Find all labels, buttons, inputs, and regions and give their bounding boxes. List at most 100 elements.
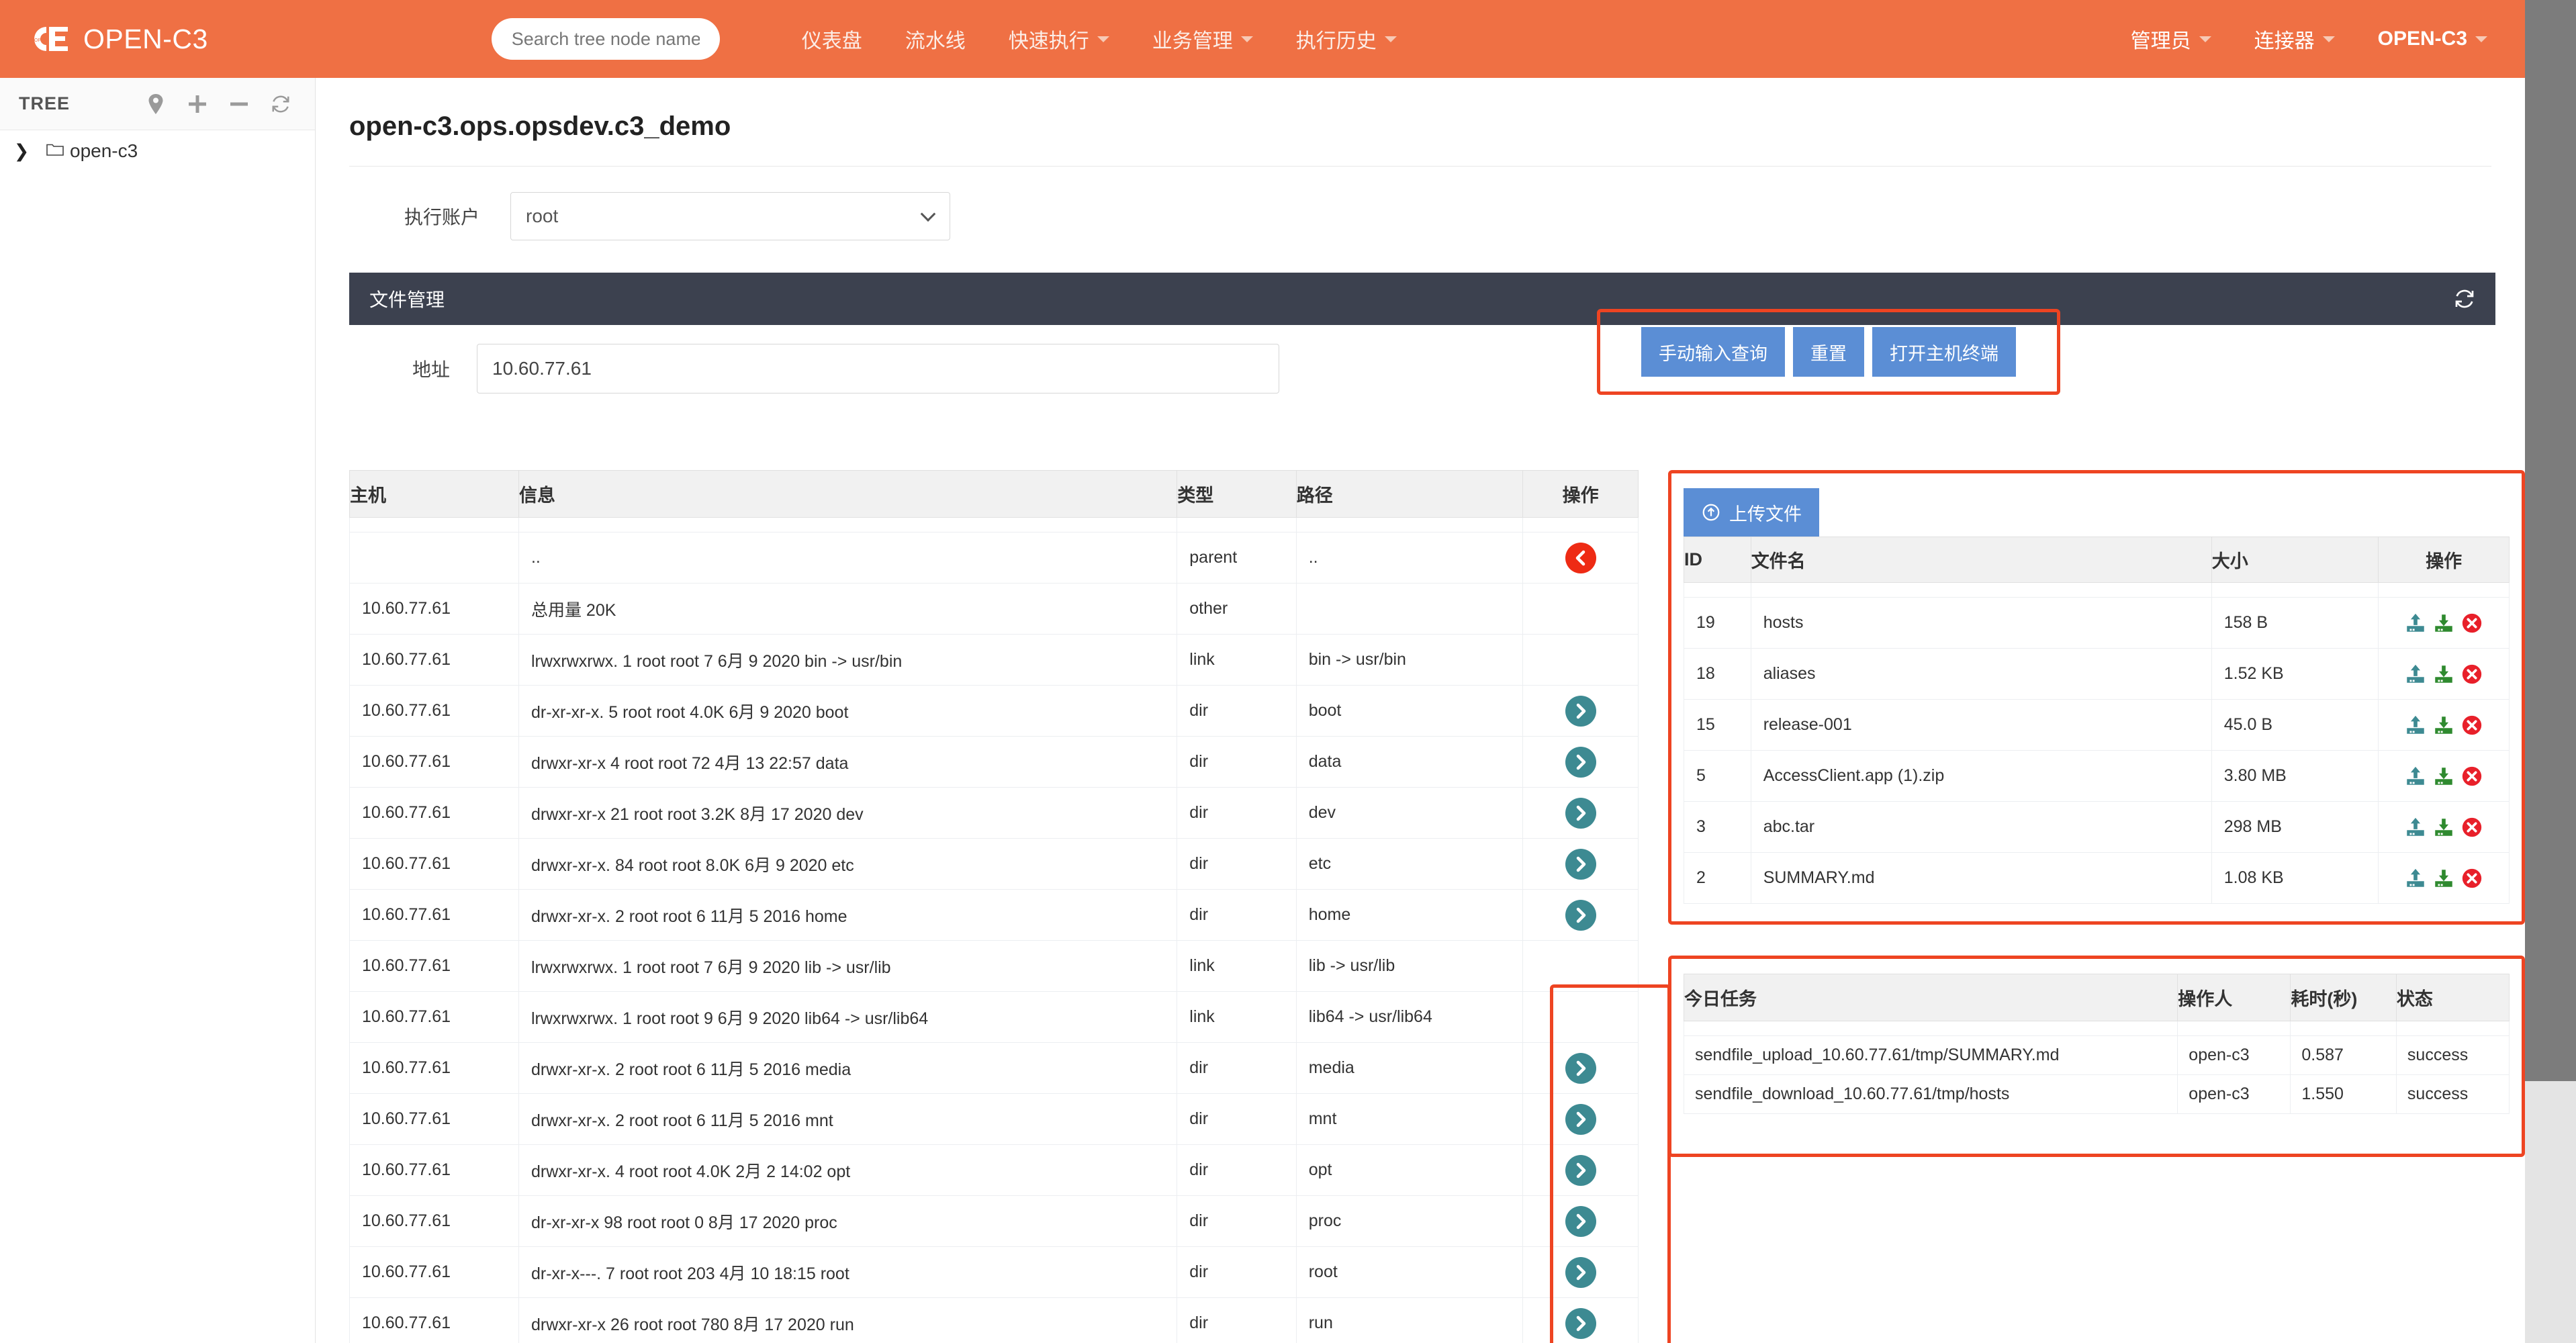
refresh-icon[interactable] bbox=[260, 83, 302, 125]
cell-size: 298 MB bbox=[2211, 802, 2379, 853]
table-row[interactable]: 10.60.77.61drwxr-xr-x 21 root root 3.2K … bbox=[350, 788, 1639, 839]
chevron-down-icon bbox=[1097, 36, 1109, 42]
account-select[interactable]: root bbox=[510, 192, 950, 240]
enter-directory-icon[interactable] bbox=[1565, 1104, 1596, 1135]
cell-operation bbox=[2379, 649, 2510, 700]
download-icon[interactable] bbox=[2432, 765, 2455, 788]
upload-icon[interactable] bbox=[2404, 765, 2427, 788]
upload-icon[interactable] bbox=[2404, 612, 2427, 635]
table-row[interactable]: 10.60.77.61drwxr-xr-x. 4 root root 4.0K … bbox=[350, 1145, 1639, 1196]
download-icon[interactable] bbox=[2432, 663, 2455, 686]
enter-directory-icon[interactable] bbox=[1565, 696, 1596, 727]
table-row[interactable]: 10.60.77.61drwxr-xr-x. 84 root root 8.0K… bbox=[350, 839, 1639, 890]
cell-id: 15 bbox=[1684, 700, 1751, 751]
nav-label: 流水线 bbox=[905, 24, 966, 54]
enter-directory-icon[interactable] bbox=[1565, 849, 1596, 880]
plus-icon[interactable] bbox=[177, 83, 218, 125]
table-row[interactable]: 15release-00145.0 B bbox=[1684, 700, 2510, 751]
enter-directory-icon[interactable] bbox=[1565, 1053, 1596, 1084]
upload-icon[interactable] bbox=[2404, 816, 2427, 839]
nav-item-business-mgmt[interactable]: 业务管理 bbox=[1131, 0, 1275, 78]
reset-button[interactable]: 重置 bbox=[1793, 327, 1864, 377]
nav-item-connector[interactable]: 连接器 bbox=[2233, 0, 2356, 78]
table-row[interactable]: 10.60.77.61drwxr-xr-x. 2 root root 6 11月… bbox=[350, 890, 1639, 941]
delete-icon[interactable] bbox=[2460, 612, 2483, 635]
nav-item-admin[interactable]: 管理员 bbox=[2109, 0, 2233, 78]
title-divider bbox=[349, 166, 2491, 167]
cell-operation bbox=[1523, 1145, 1639, 1196]
col-header-filename: 文件名 bbox=[1751, 537, 2211, 583]
cell-size: 158 B bbox=[2211, 598, 2379, 649]
table-row[interactable]: 10.60.77.61dr-xr-x---. 7 root root 203 4… bbox=[350, 1247, 1639, 1298]
table-row[interactable]: 10.60.77.61drwxr-xr-x. 2 root root 6 11月… bbox=[350, 1043, 1639, 1094]
download-icon[interactable] bbox=[2432, 867, 2455, 890]
table-row[interactable]: 10.60.77.61drwxr-xr-x 4 root root 72 4月 … bbox=[350, 737, 1639, 788]
address-input[interactable] bbox=[477, 344, 1279, 393]
download-icon[interactable] bbox=[2432, 714, 2455, 737]
nav-item-dashboard[interactable]: 仪表盘 bbox=[780, 0, 884, 78]
open-terminal-button[interactable]: 打开主机终端 bbox=[1872, 327, 2016, 377]
nav-item-pipeline[interactable]: 流水线 bbox=[884, 0, 987, 78]
enter-directory-icon[interactable] bbox=[1565, 1155, 1596, 1186]
page-scrollbar-thumb[interactable] bbox=[2525, 0, 2576, 1081]
minus-icon[interactable] bbox=[218, 83, 260, 125]
upload-icon[interactable] bbox=[2404, 714, 2427, 737]
enter-directory-icon[interactable] bbox=[1565, 1206, 1596, 1237]
nav-item-account[interactable]: OPEN-C3 bbox=[2356, 0, 2509, 78]
cell-operation bbox=[1523, 1196, 1639, 1247]
col-header-status: 状态 bbox=[2396, 974, 2509, 1021]
upload-file-button[interactable]: 上传文件 bbox=[1684, 488, 1819, 537]
cell-type: dir bbox=[1177, 737, 1296, 788]
search-input[interactable] bbox=[492, 18, 720, 60]
table-row[interactable]: 3abc.tar298 MB bbox=[1684, 802, 2510, 853]
action-buttons: 手动输入查询 重置 打开主机终端 bbox=[1641, 327, 2016, 377]
table-row[interactable]: 19hosts158 B bbox=[1684, 598, 2510, 649]
tree-node-open-c3[interactable]: ❯ open-c3 bbox=[0, 130, 315, 172]
nav-item-exec-history[interactable]: 执行历史 bbox=[1275, 0, 1418, 78]
table-row[interactable]: ..parent.. bbox=[350, 532, 1639, 584]
nav-item-quick-exec[interactable]: 快速执行 bbox=[987, 0, 1131, 78]
enter-directory-icon[interactable] bbox=[1565, 1257, 1596, 1288]
cell-task: sendfile_upload_10.60.77.61/tmp/SUMMARY.… bbox=[1684, 1036, 2178, 1075]
upload-icon[interactable] bbox=[2404, 867, 2427, 890]
table-row[interactable]: 10.60.77.61总用量 20Kother bbox=[350, 584, 1639, 635]
table-row[interactable]: sendfile_upload_10.60.77.61/tmp/SUMMARY.… bbox=[1684, 1036, 2510, 1075]
page-scrollbar[interactable] bbox=[2525, 0, 2576, 1343]
table-row[interactable]: 2SUMMARY.md1.08 KB bbox=[1684, 853, 2510, 904]
cell-operation bbox=[1523, 686, 1639, 737]
cell-host: 10.60.77.61 bbox=[350, 1094, 519, 1145]
table-row[interactable]: 10.60.77.61dr-xr-xr-x 98 root root 0 8月 … bbox=[350, 1196, 1639, 1247]
manual-query-button[interactable]: 手动输入查询 bbox=[1641, 327, 1785, 377]
table-row[interactable]: 18aliases1.52 KB bbox=[1684, 649, 2510, 700]
download-icon[interactable] bbox=[2432, 612, 2455, 635]
upload-icon[interactable] bbox=[2404, 663, 2427, 686]
enter-directory-icon[interactable] bbox=[1565, 747, 1596, 778]
cell-host: 10.60.77.61 bbox=[350, 839, 519, 890]
delete-icon[interactable] bbox=[2460, 663, 2483, 686]
enter-directory-icon[interactable] bbox=[1565, 1308, 1596, 1339]
table-row[interactable]: 5AccessClient.app (1).zip3.80 MB bbox=[1684, 751, 2510, 802]
delete-icon[interactable] bbox=[2460, 816, 2483, 839]
delete-icon[interactable] bbox=[2460, 765, 2483, 788]
table-row[interactable]: 10.60.77.61drwxr-xr-x. 2 root root 6 11月… bbox=[350, 1094, 1639, 1145]
delete-icon[interactable] bbox=[2460, 867, 2483, 890]
cell-status: success bbox=[2396, 1036, 2509, 1075]
table-row[interactable]: 10.60.77.61lrwxrwxrwx. 1 root root 7 6月 … bbox=[350, 635, 1639, 686]
enter-directory-icon[interactable] bbox=[1565, 798, 1596, 829]
brand[interactable]: OPEN OPEN-C3 bbox=[26, 0, 208, 78]
enter-directory-icon[interactable] bbox=[1565, 900, 1596, 931]
table-row[interactable]: sendfile_download_10.60.77.61/tmp/hostso… bbox=[1684, 1075, 2510, 1114]
table-row[interactable]: 10.60.77.61drwxr-xr-x 26 root root 780 8… bbox=[350, 1298, 1639, 1343]
col-header-task: 今日任务 bbox=[1684, 974, 2178, 1021]
cell-filename: release-001 bbox=[1751, 700, 2211, 751]
download-icon[interactable] bbox=[2432, 816, 2455, 839]
refresh-icon[interactable] bbox=[2454, 288, 2475, 310]
cell-info: lrwxrwxrwx. 1 root root 9 6月 9 2020 lib6… bbox=[518, 992, 1177, 1043]
table-row[interactable]: 10.60.77.61lrwxrwxrwx. 1 root root 9 6月 … bbox=[350, 992, 1639, 1043]
chevron-right-icon[interactable]: ❯ bbox=[9, 141, 34, 162]
location-pin-icon[interactable] bbox=[135, 83, 177, 125]
table-row[interactable]: 10.60.77.61lrwxrwxrwx. 1 root root 7 6月 … bbox=[350, 941, 1639, 992]
table-row[interactable]: 10.60.77.61dr-xr-xr-x. 5 root root 4.0K … bbox=[350, 686, 1639, 737]
navigate-up-icon[interactable] bbox=[1565, 543, 1596, 573]
delete-icon[interactable] bbox=[2460, 714, 2483, 737]
